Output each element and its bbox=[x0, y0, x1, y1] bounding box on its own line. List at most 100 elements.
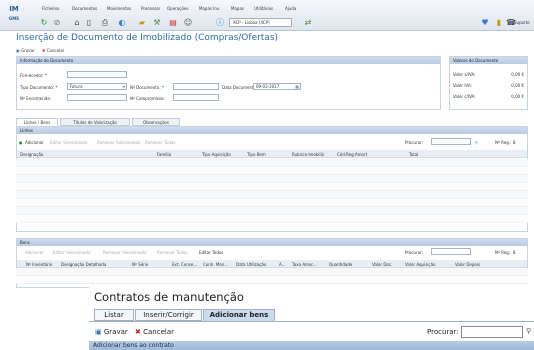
menu-mapas[interactable]: Mapas bbox=[231, 6, 244, 11]
tab-observacoes[interactable]: Observações bbox=[132, 118, 180, 126]
tab-listar[interactable]: Listar bbox=[94, 309, 134, 321]
bens-search-input[interactable] bbox=[431, 248, 471, 255]
menu-mapas-inv[interactable]: Mapas Inv. bbox=[199, 6, 220, 11]
table-row[interactable] bbox=[16, 276, 528, 284]
heart-icon[interactable]: ♥ bbox=[480, 18, 490, 28]
refresh-context-icon[interactable]: ⇄ bbox=[303, 18, 313, 28]
col-familia[interactable]: Família bbox=[157, 152, 171, 157]
support-link[interactable]: Suporte bbox=[514, 20, 530, 25]
print-icon[interactable]: ⎙ bbox=[100, 18, 110, 28]
col-designacao[interactable]: Designação bbox=[20, 152, 43, 157]
tipo-documento-select[interactable]: Fatura ▾ bbox=[67, 83, 127, 90]
folder-icon[interactable]: ▰ bbox=[137, 18, 147, 28]
numero-documento-label: Nº Documento: * bbox=[130, 85, 164, 90]
edit-bem-button[interactable]: Editar Selecionado bbox=[53, 250, 90, 255]
table-row[interactable] bbox=[16, 183, 528, 191]
globe-icon[interactable]: ◐ bbox=[117, 18, 127, 28]
remove-line-button[interactable]: Remover Selecionado bbox=[97, 140, 140, 145]
cancel-icon: ✖ bbox=[135, 328, 141, 336]
lines-search-label: Procurar: bbox=[405, 140, 424, 145]
tab-adicionar-bens[interactable]: Adicionar bens bbox=[203, 309, 275, 321]
cancel-button[interactable]: ✖ Cancelar bbox=[42, 48, 64, 53]
table-row[interactable] bbox=[16, 207, 528, 215]
tab-linhas-bens[interactable]: Linhas / Bens bbox=[16, 118, 58, 126]
info-icon[interactable]: ⓘ bbox=[215, 18, 225, 28]
edit-line-button[interactable]: Editar Selecionado bbox=[50, 140, 87, 145]
add-bem-button[interactable]: Adicionar bbox=[25, 250, 44, 255]
tab-inserir-corrigir[interactable]: Inserir/Corrigir bbox=[135, 309, 202, 321]
col-valor-aquisicao[interactable]: Valor Aquisição bbox=[405, 262, 436, 267]
table-row[interactable] bbox=[16, 175, 528, 183]
col-total[interactable]: Total bbox=[409, 152, 418, 157]
col-taxa-amor[interactable]: Taxa Amor... bbox=[292, 262, 317, 267]
compromisso-field[interactable] bbox=[173, 94, 219, 101]
menu-ajuda[interactable]: Ajuda bbox=[285, 6, 296, 11]
menu-movimentos[interactable]: Movimentos bbox=[107, 6, 131, 11]
menu-operacoes[interactable]: Operações bbox=[167, 6, 188, 11]
calendar-icon[interactable]: ▦ bbox=[295, 84, 299, 90]
search-icon[interactable]: ⚲ bbox=[475, 140, 478, 145]
document-values-header: Valores do Documento bbox=[450, 57, 527, 64]
app-logo: IM GMS bbox=[8, 5, 20, 21]
table-row[interactable] bbox=[16, 159, 528, 167]
bens-grid-header: Nº Inventário Designação Detalhada Nº Sé… bbox=[17, 260, 527, 268]
table-row[interactable] bbox=[16, 268, 528, 276]
col-n-serie[interactable]: Nº Série bbox=[132, 262, 148, 267]
menu-utilitarios[interactable]: Utilitários bbox=[254, 6, 273, 11]
table-row[interactable] bbox=[16, 215, 528, 223]
fornecedor-field[interactable] bbox=[67, 71, 127, 78]
add-icon: ● bbox=[19, 140, 23, 145]
popup-save-button[interactable]: ▣ Gravar bbox=[95, 328, 128, 336]
col-cod-reg-amort[interactable]: Cód.Reg.Amort bbox=[337, 152, 367, 157]
col-valor-doc[interactable]: Valor Doc. bbox=[372, 262, 392, 267]
col-tipo-aquisicao[interactable]: Tipo Aquisição bbox=[202, 152, 231, 157]
popup-cancel-button[interactable]: ✖ Cancelar bbox=[135, 328, 174, 336]
tab-titulos-valorizacao[interactable]: Títulos de Valorização bbox=[60, 118, 130, 126]
menu-documentos[interactable]: Documentos bbox=[72, 6, 97, 11]
edit-all-bens-button[interactable]: Editar Todos bbox=[199, 250, 223, 255]
document-icon[interactable]: ▯ bbox=[84, 18, 94, 28]
col-designacao-detalhada[interactable]: Designação Detalhada bbox=[61, 262, 106, 267]
col-a[interactable]: A... bbox=[279, 262, 285, 267]
bens-per-page-select[interactable]: 8 bbox=[513, 250, 516, 255]
remove-all-bens-button[interactable]: Remover Todos bbox=[157, 250, 187, 255]
home-icon[interactable]: ⌂ bbox=[72, 18, 82, 28]
col-valor-depois[interactable]: Valor Depois bbox=[455, 262, 480, 267]
col-quantidade[interactable]: Quantidade bbox=[329, 262, 352, 267]
menu-ficheiros[interactable]: Ficheiros bbox=[42, 6, 60, 11]
save-button[interactable]: ▣ Gravar bbox=[16, 48, 35, 53]
table-row[interactable] bbox=[16, 191, 528, 199]
chevron-down-icon: ▾ bbox=[122, 84, 125, 89]
col-ext-conse[interactable]: Ext. Conse... bbox=[172, 262, 197, 267]
col-tipo-bem[interactable]: Tipo Bem bbox=[247, 152, 266, 157]
pdf-icon[interactable]: ▤ bbox=[168, 18, 178, 28]
table-row[interactable] bbox=[16, 199, 528, 207]
users-icon[interactable]: ☺ bbox=[183, 18, 193, 28]
add-line-button[interactable]: Adicionar bbox=[25, 140, 44, 145]
numero-documento-field[interactable] bbox=[173, 83, 219, 90]
bookmark-icon[interactable]: ▮ bbox=[494, 18, 504, 28]
lines-per-page-select[interactable]: 8 bbox=[513, 140, 516, 145]
col-conh-man[interactable]: Conh. Man... bbox=[203, 262, 228, 267]
document-info-panel: Informação do Documento Fornecedor: * Ti… bbox=[16, 56, 441, 110]
menu-processar[interactable]: Processar bbox=[141, 6, 160, 11]
encomenda-field[interactable] bbox=[67, 94, 127, 101]
col-data-utilizacao[interactable]: Data Utilização bbox=[236, 262, 266, 267]
compromisso-label: Nº Compromisso: bbox=[130, 96, 165, 101]
lines-search-input[interactable] bbox=[431, 138, 471, 145]
context-select[interactable]: XCP - Lisboa [XCP] bbox=[229, 18, 292, 27]
valor-iva-label: Valor IVA: bbox=[453, 83, 473, 88]
data-documento-field[interactable]: 09-03-2017 ▦ bbox=[253, 83, 301, 90]
page-title: Inserção de Documento de Imobilizado (Co… bbox=[16, 33, 279, 43]
remove-all-lines-button[interactable]: Remover Todas bbox=[145, 140, 175, 145]
search-icon[interactable]: ⚲ bbox=[526, 327, 531, 335]
col-rubrica[interactable]: Rubrica Imobiliz. bbox=[292, 152, 325, 157]
table-row[interactable] bbox=[16, 167, 528, 175]
tools-icon[interactable]: ⚒ bbox=[152, 18, 162, 28]
col-n-inventario[interactable]: Nº Inventário bbox=[26, 262, 52, 267]
encomenda-label: Nº Encomenda: bbox=[20, 96, 52, 101]
remove-bem-button[interactable]: Remover Selecionado bbox=[103, 250, 146, 255]
popup-search-input[interactable] bbox=[461, 326, 523, 338]
stop-icon[interactable]: ⊘ bbox=[52, 18, 62, 28]
refresh-icon[interactable]: ↻ bbox=[39, 18, 49, 28]
